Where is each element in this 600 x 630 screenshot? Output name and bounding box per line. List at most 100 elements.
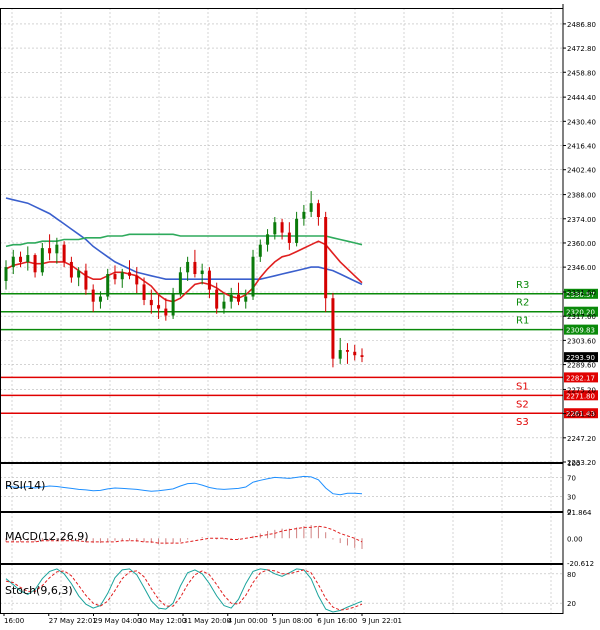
candle-body	[295, 218, 299, 243]
level-label-r1: R1	[516, 316, 529, 327]
candle-body	[353, 351, 357, 356]
candle-body	[244, 296, 248, 302]
candle-body	[215, 289, 219, 309]
stoch-tick-label: 80	[567, 571, 576, 579]
candle-body	[273, 222, 277, 235]
price-tick-label: 2374.00	[567, 216, 596, 224]
price-tick-label: 2317.60	[567, 313, 596, 321]
time-tick-label: 5 Jun 08:00	[273, 617, 313, 625]
candle-body	[331, 298, 335, 359]
time-tick-label: 6 Jun 16:00	[317, 617, 357, 625]
candle-body	[178, 272, 182, 294]
candle-body	[200, 270, 204, 275]
level-label-r3: R3	[516, 280, 529, 291]
candle-body	[62, 244, 66, 262]
candle-body	[98, 296, 102, 302]
candle-body	[280, 222, 284, 233]
price-tick-label: 2472.80	[567, 45, 596, 53]
candle-body	[287, 232, 291, 243]
candle-body	[106, 274, 110, 297]
rsi-tick-label: 100	[567, 460, 580, 468]
macd-title: MACD(12,26,9)	[5, 530, 89, 543]
price-tick-label: 2360.00	[567, 240, 596, 248]
candle-body	[26, 255, 30, 262]
candle-body	[69, 261, 73, 278]
chart-canvas: R32330.57R22320.20R12309.83S12282.17S222…	[0, 0, 600, 626]
candle-body	[135, 275, 139, 285]
candle-body	[19, 256, 23, 262]
macd-tick-label: -20.612	[567, 560, 594, 568]
price-tick-label: 2331.60	[567, 289, 596, 297]
candle-body	[258, 244, 262, 257]
candle-body	[48, 248, 52, 254]
candle-body	[77, 270, 81, 278]
time-tick-label: 31 May 20:00	[183, 617, 231, 625]
candle-body	[316, 203, 320, 218]
level-price-tag-text: 2309.83	[566, 327, 595, 335]
rsi-tick-label: 30	[567, 494, 576, 502]
candle-body	[302, 211, 306, 219]
level-label-s2: S2	[516, 399, 529, 410]
macd-tick-label: 0.00	[567, 535, 583, 543]
candle-body	[309, 203, 313, 212]
candle-body	[113, 274, 117, 280]
candle-body	[120, 272, 124, 280]
price-tick-label: 2289.60	[567, 362, 596, 370]
level-label-s1: S1	[516, 381, 529, 392]
candle-body	[40, 248, 44, 273]
candle-body	[251, 256, 255, 297]
macd-tick-label: 21.864	[567, 509, 592, 517]
candle-body	[55, 244, 59, 254]
trading-chart: R3 2330.57 R2 2320.20 R1 2309.83 S1 2282.17 S2 22…	[0, 0, 600, 626]
level-price-tag-text: 2282.17	[566, 374, 595, 382]
rsi-title: RSI(14)	[5, 479, 45, 492]
price-tick-label: 2416.40	[567, 143, 596, 151]
candle-body	[360, 355, 364, 357]
candle-body	[157, 305, 161, 309]
candle-body	[171, 293, 175, 316]
candle-body	[229, 294, 233, 302]
candle-body	[11, 256, 15, 268]
time-tick-label: 27 May 22:01	[49, 617, 97, 625]
level-label-r2: R2	[516, 298, 529, 309]
price-tick-label: 2388.00	[567, 192, 596, 200]
price-tick-label: 2458.80	[567, 69, 596, 77]
price-tick-label: 2486.80	[567, 21, 596, 29]
current-price-tag-text: 2293.90	[566, 354, 595, 362]
time-tick-label: 29 May 04:00	[94, 617, 142, 625]
rsi-tick-label: 70	[567, 474, 576, 482]
chart-background	[0, 0, 600, 626]
candle-body	[186, 261, 190, 273]
candle-body	[222, 301, 226, 309]
candle-body	[128, 272, 132, 276]
price-tick-label: 2430.40	[567, 118, 596, 126]
time-tick-label: 16:00	[4, 617, 24, 625]
price-tick-label: 2402.40	[567, 167, 596, 175]
candle-body	[266, 234, 270, 245]
level-label-s3: S3	[516, 417, 529, 428]
candle-body	[345, 350, 349, 352]
stoch-title: Stoch(9,6,3)	[5, 584, 73, 597]
time-tick-label: 30 May 12:00	[138, 617, 186, 625]
price-tick-label: 2303.60	[567, 337, 596, 345]
candle-body	[236, 294, 240, 302]
price-tick-label: 2275.20	[567, 386, 596, 394]
candle-body	[91, 289, 95, 302]
price-tick-label: 2247.20	[567, 435, 596, 443]
price-tick-label: 2261.20	[567, 411, 596, 419]
time-tick-label: 9 Jun 22:01	[362, 617, 402, 625]
candle-body	[164, 308, 168, 316]
candle-body	[33, 255, 37, 273]
candle-body	[338, 350, 342, 359]
candle-body	[324, 217, 328, 299]
candle-body	[207, 270, 211, 290]
candle-body	[193, 261, 197, 275]
candle-body	[142, 284, 146, 300]
candle-body	[149, 299, 153, 306]
price-tick-label: 2346.00	[567, 264, 596, 272]
candle-body	[4, 267, 8, 281]
stoch-tick-label: 20	[567, 600, 576, 608]
candle-body	[84, 270, 88, 290]
time-tick-label: 4 Jun 00:00	[228, 617, 268, 625]
price-tick-label: 2444.40	[567, 94, 596, 102]
